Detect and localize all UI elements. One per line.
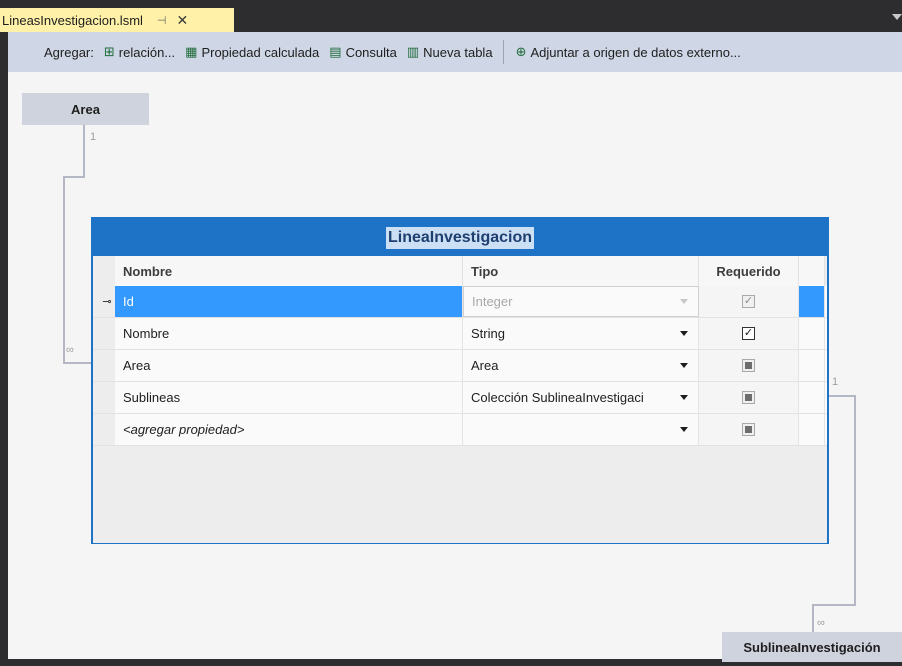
area-cardinality-many: ∞: [66, 344, 74, 356]
close-icon[interactable]: ✕: [177, 12, 189, 29]
header-gutter: [93, 256, 115, 286]
attach-datasource-button[interactable]: ⊕ Adjuntar a origen de datos externo...: [516, 44, 741, 60]
chevron-down-icon[interactable]: [680, 331, 688, 336]
property-name-cell[interactable]: Area: [115, 350, 463, 381]
new-table-label: Nueva tabla: [423, 44, 493, 60]
property-type-cell[interactable]: Integer: [463, 286, 699, 317]
add-label: Agregar:: [44, 44, 94, 60]
row-gutter: [93, 350, 115, 381]
tab-overflow-icon[interactable]: [892, 14, 902, 20]
sublinea-cardinality-one: 1: [832, 376, 839, 388]
grid-empty-area: [93, 446, 827, 543]
property-required-cell: [699, 350, 799, 381]
property-type-cell[interactable]: String: [463, 318, 699, 349]
row-end-cell: [799, 286, 825, 317]
query-icon: ▤: [329, 44, 342, 59]
column-header-name[interactable]: Nombre: [115, 256, 463, 286]
row-gutter: ⊸: [93, 286, 115, 317]
row-gutter: [93, 318, 115, 349]
attach-datasource-label: Adjuntar a origen de datos externo...: [530, 44, 741, 60]
column-header-row: Nombre Tipo Requerido: [93, 256, 827, 286]
entity-header: LineaInvestigacion: [93, 219, 827, 256]
document-tab-strip: LineasInvestigacion.lsml ⊣ ✕: [0, 0, 902, 32]
chevron-down-icon[interactable]: [680, 427, 688, 432]
pin-icon[interactable]: ⊣: [157, 14, 167, 27]
property-name-cell[interactable]: Id: [115, 286, 463, 317]
chevron-down-icon[interactable]: [680, 363, 688, 368]
property-required-cell: [699, 414, 799, 445]
sublinea-cardinality-many: ∞: [817, 617, 825, 629]
row-gutter: [93, 414, 115, 445]
property-type-cell[interactable]: Area: [463, 350, 699, 381]
computed-property-icon: ▦: [185, 44, 198, 59]
document-tab-title: LineasInvestigacion.lsml: [2, 12, 143, 28]
chevron-down-icon[interactable]: [680, 299, 688, 304]
designer-toolbar: Agregar: ⊞ relación... ▦ Propiedad calcu…: [8, 32, 902, 72]
column-header-end: [799, 256, 825, 286]
property-type-value: Colección SublineaInvestigaci: [471, 390, 644, 405]
add-relationship-button[interactable]: ⊞ relación...: [104, 44, 175, 60]
entity-title[interactable]: LineaInvestigacion: [385, 226, 535, 249]
chevron-down-icon[interactable]: [680, 395, 688, 400]
row-end-cell: [799, 318, 825, 349]
area-cardinality-one: 1: [90, 131, 97, 143]
column-header-type[interactable]: Tipo: [463, 256, 699, 286]
property-type-cell[interactable]: Colección SublineaInvestigaci: [463, 382, 699, 413]
new-table-button[interactable]: ▥ Nueva tabla: [407, 44, 493, 60]
required-checkbox[interactable]: [742, 391, 755, 404]
add-computed-property-label: Propiedad calculada: [201, 44, 320, 60]
required-checkbox[interactable]: [742, 359, 755, 372]
document-tab[interactable]: LineasInvestigacion.lsml ⊣ ✕: [0, 8, 234, 32]
property-name-cell[interactable]: Sublineas: [115, 382, 463, 413]
required-checkbox[interactable]: [742, 423, 755, 436]
key-icon: ⊸: [102, 296, 112, 308]
required-checkbox[interactable]: ✓: [742, 327, 755, 340]
property-row-id[interactable]: ⊸ Id Integer ✓: [93, 286, 827, 318]
toolbar-separator: [502, 40, 504, 64]
row-end-cell: [799, 350, 825, 381]
property-row-nombre[interactable]: Nombre String ✓: [93, 318, 827, 350]
relationship-icon: ⊞: [103, 44, 115, 59]
add-computed-property-button[interactable]: ▦ Propiedad calculada: [185, 44, 319, 60]
add-relationship-label: relación...: [118, 44, 176, 60]
add-query-label: Consulta: [345, 44, 397, 60]
row-gutter: [93, 382, 115, 413]
add-query-button[interactable]: ▤ Consulta: [329, 44, 397, 60]
property-name-cell[interactable]: Nombre: [115, 318, 463, 349]
property-type-cell[interactable]: [463, 414, 699, 445]
property-required-cell: [699, 382, 799, 413]
column-header-required[interactable]: Requerido: [699, 256, 799, 286]
property-type-value: Area: [471, 358, 499, 373]
property-type-value: Integer: [472, 294, 513, 309]
property-row-sublineas[interactable]: Sublineas Colección SublineaInvestigaci: [93, 382, 827, 414]
property-row-area[interactable]: Area Area: [93, 350, 827, 382]
new-table-icon: ▥: [406, 44, 420, 59]
add-property-row[interactable]: <agregar propiedad>: [93, 414, 827, 446]
add-property-input[interactable]: <agregar propiedad>: [115, 414, 463, 445]
window-left-border: [0, 32, 8, 666]
row-end-cell: [799, 382, 825, 413]
required-checkbox: ✓: [742, 295, 755, 308]
property-required-cell: ✓: [699, 318, 799, 349]
sublinea-entity-shape[interactable]: SublineaInvestigación: [722, 632, 902, 662]
attach-datasource-icon: ⊕: [515, 44, 527, 59]
property-required-cell: ✓: [699, 286, 799, 317]
entity-designer-box: LineaInvestigacion Nombre Tipo Requerido…: [91, 217, 829, 544]
property-type-value: String: [471, 326, 505, 341]
area-entity-shape[interactable]: Area: [22, 93, 149, 125]
row-end-cell: [799, 414, 825, 445]
